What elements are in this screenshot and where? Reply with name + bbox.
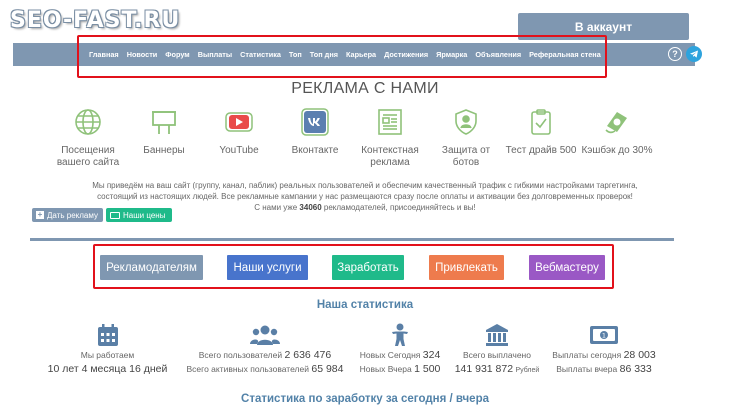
give-ad-label: Дать рекламу: [47, 210, 98, 220]
feature-label: YouTube: [219, 145, 259, 156]
stat-users: Всего пользователей 2 636 476 Всего акти…: [180, 322, 350, 376]
bank-icon: [452, 322, 542, 348]
site-logo[interactable]: SEO-FAST.RU: [10, 8, 180, 33]
feature-label: Контекстная: [361, 145, 419, 156]
advertisers-count: 34060: [299, 203, 322, 212]
feature-label: ботов: [452, 157, 480, 168]
buttons-highlight-frame: [93, 244, 614, 289]
stat-value: 65 984: [311, 363, 344, 375]
clipboard-check-icon: [526, 107, 556, 137]
section-divider: [30, 238, 674, 241]
svg-text:1: 1: [602, 332, 606, 340]
feature-label: Защита от: [441, 145, 491, 156]
nav-highlight-frame: [77, 35, 607, 78]
stat-value: 141 931 872: [454, 363, 514, 375]
stat-working-time: Мы работаем 10 лет 4 месяца 16 дней: [45, 322, 170, 376]
stat-value: 10 лет 4 месяца 16 дней: [47, 363, 168, 375]
calendar-icon: [45, 322, 170, 348]
description-line: рекламодателей, присоединяйтесь и вы!: [321, 203, 476, 212]
document-icon: [375, 107, 405, 137]
feature-label: реклама: [370, 157, 410, 168]
stat-value: 28 003: [623, 349, 656, 361]
youtube-icon: [224, 107, 254, 137]
our-prices-label: Наши цены: [123, 210, 166, 220]
page-title: РЕКЛАМА С НАМИ: [291, 80, 439, 97]
stats-title: Наша статистика: [316, 299, 414, 311]
stat-value: 86 333: [619, 363, 652, 375]
cashback-icon: [602, 107, 632, 137]
description-line: состоящий из настоящих людей. Все реклам…: [97, 192, 633, 201]
stat-label: Новых Вчера: [359, 364, 412, 374]
plus-square-icon: +: [36, 210, 44, 219]
description-line: С нами уже: [254, 203, 300, 212]
cash-icon: 1: [544, 322, 664, 348]
feature-label: Вконтакте: [291, 145, 339, 156]
stat-value: 2 636 476: [284, 349, 332, 361]
question-circle-icon[interactable]: ?: [668, 47, 682, 61]
users-icon: [180, 322, 350, 348]
feature-cashback[interactable]: Кэшбэк до 30%: [572, 107, 662, 157]
feature-label: Тест драйв 500: [505, 145, 577, 156]
stat-label: Новых Сегодня: [359, 350, 421, 360]
currency-label: Рублей: [515, 367, 540, 374]
stat-label: Выплаты вчера: [556, 364, 618, 374]
globe-icon: [73, 107, 103, 137]
feature-label: Кэшбэк до 30%: [581, 145, 653, 156]
stat-paid-total: Всего выплачено 141 931 872 Рублей: [452, 322, 542, 378]
stat-value: 324: [422, 349, 441, 361]
stat-label: Всего пользователей: [198, 350, 283, 360]
stat-label: Выплаты сегодня: [552, 350, 622, 360]
stat-payouts: 1 Выплаты сегодня 28 003 Выплаты вчера 8…: [544, 322, 664, 376]
shield-user-icon: [451, 107, 481, 137]
our-prices-button[interactable]: Наши цены: [106, 208, 172, 222]
money-icon: [110, 211, 120, 219]
earnings-stats-title: Статистика по заработку за сегодня / вче…: [241, 393, 489, 405]
person-icon: [355, 322, 445, 348]
stat-label: Мы работаем: [80, 350, 135, 360]
stat-new-users: Новых Сегодня 324 Новых Вчера 1 500: [355, 322, 445, 376]
give-ad-button[interactable]: + Дать рекламу: [32, 208, 103, 222]
stat-label: Всего выплачено: [463, 350, 531, 360]
feature-label: Баннеры: [143, 145, 185, 156]
description-line: Мы приведём на ваш сайт (группу, канал, …: [92, 181, 638, 190]
stat-value: 1 500: [414, 363, 441, 375]
vk-icon: [300, 107, 330, 137]
stat-label: Всего активных пользователей: [186, 364, 309, 374]
billboard-icon: [149, 107, 179, 137]
telegram-icon[interactable]: [686, 46, 702, 62]
feature-label: вашего сайта: [56, 157, 120, 168]
feature-label: Посещения: [61, 145, 115, 156]
